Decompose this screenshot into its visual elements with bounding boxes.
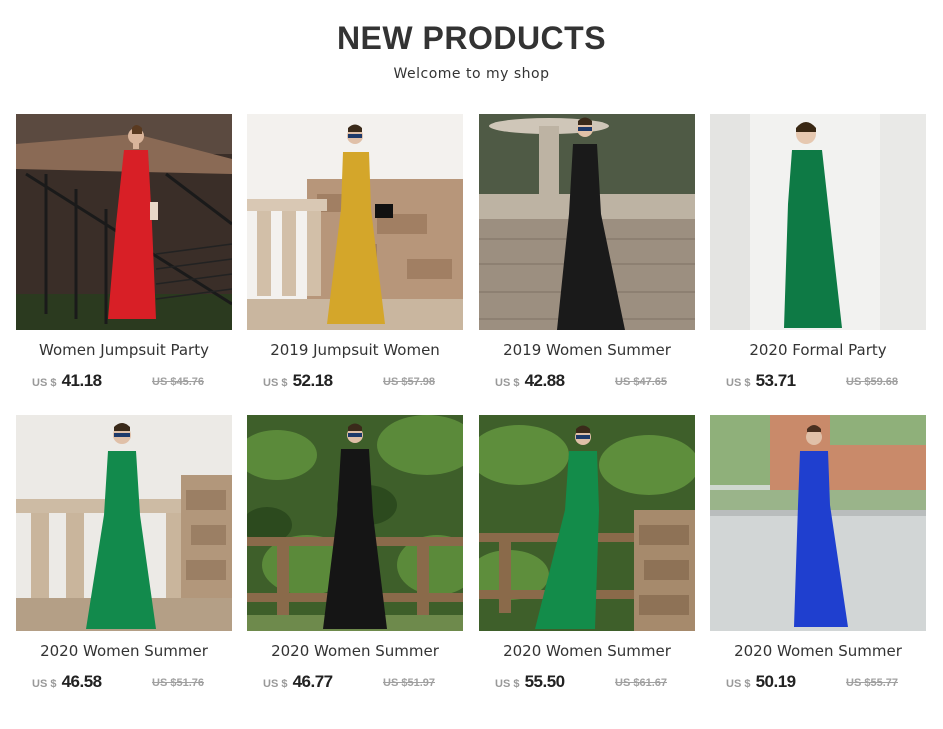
currency-label: US $ bbox=[32, 678, 57, 690]
price-amount: 52.18 bbox=[292, 371, 334, 390]
product-price: US $ 53.71 bbox=[726, 371, 796, 391]
product-image[interactable] bbox=[247, 415, 463, 631]
original-price: US $55.77 bbox=[846, 677, 898, 689]
currency-label: US $ bbox=[726, 377, 751, 389]
product-name[interactable]: 2019 Jumpsuit Women bbox=[247, 341, 463, 359]
original-price: US $45.76 bbox=[152, 376, 204, 388]
product-image[interactable] bbox=[710, 415, 926, 631]
product-price: US $ 50.19 bbox=[726, 672, 796, 692]
section-title: NEW PRODUCTS bbox=[336, 20, 607, 56]
original-price: US $47.65 bbox=[615, 376, 667, 388]
product-name[interactable]: Women Jumpsuit Party bbox=[16, 341, 232, 359]
price-amount: 46.58 bbox=[61, 672, 103, 691]
price-amount: 55.50 bbox=[524, 672, 566, 691]
product-card[interactable]: Women Jumpsuit Party US $ 41.18 US $45.7… bbox=[16, 114, 232, 404]
product-name[interactable]: 2020 Women Summer bbox=[479, 642, 695, 660]
product-image[interactable] bbox=[16, 114, 232, 330]
currency-label: US $ bbox=[726, 678, 751, 690]
product-price: US $ 52.18 bbox=[263, 371, 333, 391]
product-name[interactable]: 2020 Women Summer bbox=[710, 642, 926, 660]
original-price: US $59.68 bbox=[846, 376, 898, 388]
product-image[interactable] bbox=[710, 114, 926, 330]
price-amount: 42.88 bbox=[524, 371, 566, 390]
price-amount: 50.19 bbox=[755, 672, 797, 691]
original-price: US $51.97 bbox=[383, 677, 435, 689]
original-price: US $51.76 bbox=[152, 677, 204, 689]
product-name[interactable]: 2019 Women Summer bbox=[479, 341, 695, 359]
product-name[interactable]: 2020 Women Summer bbox=[16, 642, 232, 660]
currency-label: US $ bbox=[263, 377, 288, 389]
product-card[interactable]: 2020 Women Summer US $ 50.19 US $55.77 bbox=[710, 415, 926, 705]
product-image[interactable] bbox=[479, 114, 695, 330]
price-amount: 46.77 bbox=[292, 672, 334, 691]
product-price: US $ 41.18 bbox=[32, 371, 102, 391]
product-card[interactable]: 2020 Women Summer US $ 46.58 US $51.76 bbox=[16, 415, 232, 705]
original-price: US $57.98 bbox=[383, 376, 435, 388]
price-amount: 53.71 bbox=[755, 371, 797, 390]
currency-label: US $ bbox=[495, 377, 520, 389]
product-image[interactable] bbox=[479, 415, 695, 631]
product-image[interactable] bbox=[247, 114, 463, 330]
price-amount: 41.18 bbox=[61, 371, 103, 390]
section-subtitle: Welcome to my shop bbox=[393, 66, 550, 82]
product-price: US $ 46.77 bbox=[263, 672, 333, 692]
product-card[interactable]: 2020 Formal Party US $ 53.71 US $59.68 bbox=[710, 114, 926, 404]
product-image[interactable] bbox=[16, 415, 232, 631]
product-price: US $ 42.88 bbox=[495, 371, 565, 391]
product-card[interactable]: 2019 Jumpsuit Women US $ 52.18 US $57.98 bbox=[247, 114, 463, 404]
currency-label: US $ bbox=[32, 377, 57, 389]
currency-label: US $ bbox=[495, 678, 520, 690]
product-name[interactable]: 2020 Formal Party bbox=[710, 341, 926, 359]
product-name[interactable]: 2020 Women Summer bbox=[247, 642, 463, 660]
product-card[interactable]: 2020 Women Summer US $ 46.77 US $51.97 bbox=[247, 415, 463, 705]
product-price: US $ 46.58 bbox=[32, 672, 102, 692]
product-card[interactable]: 2020 Women Summer US $ 55.50 US $61.67 bbox=[479, 415, 695, 705]
product-card[interactable]: 2019 Women Summer US $ 42.88 US $47.65 bbox=[479, 114, 695, 404]
original-price: US $61.67 bbox=[615, 677, 667, 689]
product-price: US $ 55.50 bbox=[495, 672, 565, 692]
currency-label: US $ bbox=[263, 678, 288, 690]
